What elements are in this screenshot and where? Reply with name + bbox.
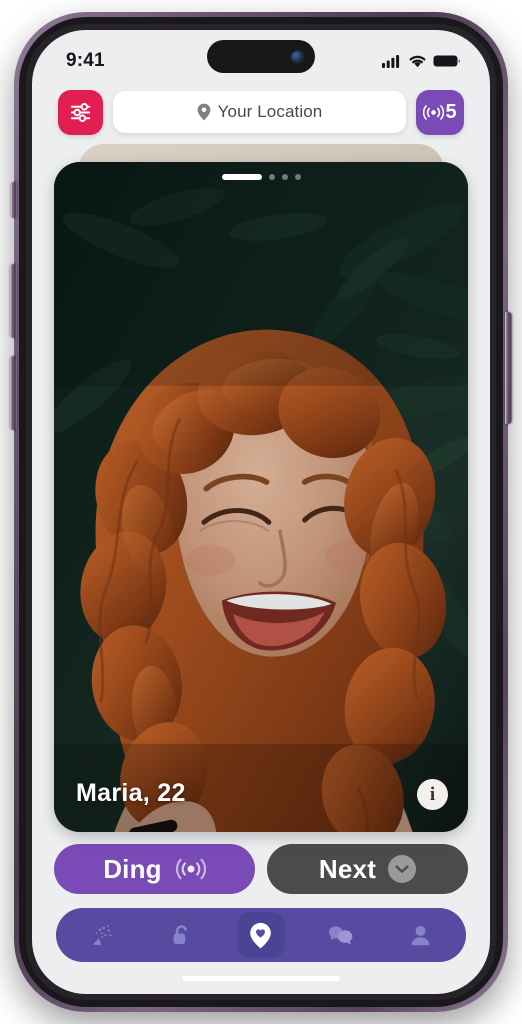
phone-volume-up-button[interactable] — [10, 264, 17, 338]
battery-full-icon — [433, 55, 460, 67]
nav-item-chats[interactable] — [317, 912, 365, 958]
profile-info-button[interactable]: i — [417, 779, 448, 810]
broadcast-signal-icon — [423, 104, 445, 120]
nav-item-unlock[interactable] — [157, 912, 205, 958]
nav-item-profile[interactable] — [396, 912, 444, 958]
status-bar-time: 9:41 — [66, 50, 105, 71]
location-input-value: Your Location — [217, 102, 323, 121]
map-pin-icon — [197, 103, 211, 121]
location-input[interactable]: Your Location — [113, 91, 406, 133]
confetti-icon — [93, 924, 112, 945]
sliders-filter-icon — [70, 102, 91, 122]
cellular-signal-icon — [382, 55, 400, 68]
ding-count-value: 5 — [445, 101, 457, 123]
map-pin-heart-icon — [250, 922, 272, 948]
dynamic-island — [207, 40, 315, 73]
status-bar-indicators — [382, 54, 460, 68]
app-screen: 9:41 Your Location 5 Maria, 22 i Ding Ne… — [32, 30, 490, 994]
home-indicator-area — [32, 962, 490, 994]
next-chevron-circle[interactable] — [388, 855, 417, 883]
wifi-icon — [409, 55, 426, 68]
ding-button-label: Ding — [103, 853, 162, 884]
status-bar: 9:41 — [32, 30, 490, 82]
chat-bubbles-icon — [328, 926, 352, 945]
profile-name-age: Maria, 22 — [76, 779, 186, 807]
chevron-down-icon — [395, 864, 409, 873]
person-icon — [411, 925, 430, 945]
action-buttons-row: Ding Next — [32, 832, 490, 894]
phone-mockup: 9:41 Your Location 5 Maria, 22 i Ding Ne… — [10, 12, 512, 1012]
photo-pagination[interactable] — [54, 174, 468, 180]
phone-volume-down-button[interactable] — [10, 356, 17, 430]
unlock-padlock-icon — [173, 924, 188, 944]
profile-card-stack: Maria, 22 i — [54, 144, 468, 832]
phone-power-button[interactable] — [505, 312, 512, 424]
filter-button[interactable] — [58, 89, 103, 135]
ding-count-badge[interactable]: 5 — [416, 89, 464, 135]
photo-dot[interactable] — [294, 174, 301, 180]
front-camera-icon — [291, 50, 304, 63]
ding-button[interactable]: Ding — [54, 844, 255, 894]
profile-photo-card[interactable]: Maria, 22 i — [54, 162, 468, 832]
photo-dot[interactable] — [281, 174, 288, 180]
broadcast-signal-icon — [175, 858, 206, 880]
info-icon: i — [429, 784, 436, 805]
photo-dot[interactable] — [268, 174, 275, 180]
phone-mute-switch[interactable] — [11, 182, 17, 218]
next-button-label: Next — [318, 853, 377, 884]
nav-item-discover[interactable] — [236, 912, 285, 958]
bottom-nav-bar — [56, 908, 466, 962]
profile-photo — [54, 162, 468, 832]
home-indicator[interactable] — [182, 975, 340, 981]
photo-dot-active[interactable] — [221, 174, 262, 180]
next-button[interactable]: Next — [267, 844, 468, 894]
top-controls-bar: Your Location 5 — [32, 82, 490, 136]
nav-item-confetti[interactable] — [78, 912, 126, 958]
bottom-nav-wrapper — [32, 894, 490, 962]
